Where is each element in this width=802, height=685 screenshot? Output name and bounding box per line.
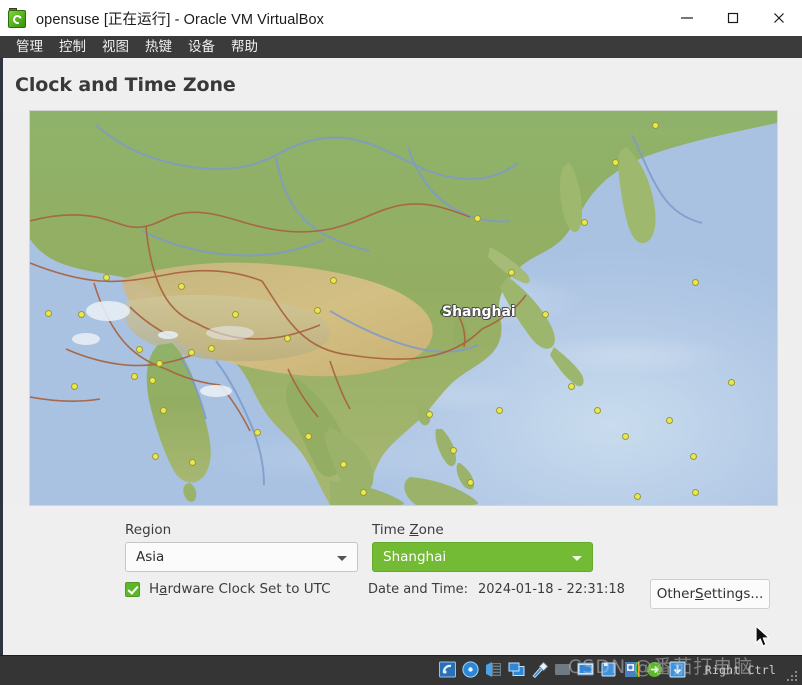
recording-icon[interactable] <box>599 660 618 679</box>
map-city-marker[interactable] <box>666 417 673 424</box>
menu-item-control[interactable]: 控制 <box>51 36 94 58</box>
mouse-integration-icon[interactable] <box>645 660 664 679</box>
menu-bar: 管理 控制 视图 热键 设备 帮助 <box>0 36 802 58</box>
map-city-marker[interactable] <box>160 407 167 414</box>
vm-status-bar: Right Ctrl <box>0 655 802 685</box>
date-and-time-readout: Date and Time: 2024-01-18 - 22:31:18 <box>368 582 625 597</box>
network-icon[interactable] <box>507 660 526 679</box>
status-icons <box>438 660 687 679</box>
map-city-marker[interactable] <box>496 407 503 414</box>
page-title: Clock and Time Zone <box>15 74 236 96</box>
map-city-marker[interactable] <box>581 219 588 226</box>
dialog-header: Clock and Time Zone <box>3 58 802 110</box>
timezone-value: Shanghai <box>383 549 447 565</box>
menu-item-hotkeys[interactable]: 热键 <box>137 36 180 58</box>
map-city-marker[interactable] <box>254 429 261 436</box>
settings-controls: Region Time Zone Asia Shanghai Hardware … <box>3 506 802 655</box>
hardware-clock-utc-checkbox-row[interactable]: Hardware Clock Set to UTC <box>125 581 331 597</box>
map-city-marker[interactable] <box>594 407 601 414</box>
opensuse-logo-icon <box>8 8 28 28</box>
harddisk-icon[interactable] <box>438 660 457 679</box>
map-city-marker[interactable] <box>634 493 641 500</box>
resize-grip[interactable] <box>787 671 797 681</box>
map-city-marker[interactable] <box>728 379 735 386</box>
timezone-select[interactable]: Shanghai <box>372 542 593 572</box>
guest-screen: Clock and Time Zone Shanghai Region Time… <box>0 58 802 655</box>
window-title: opensuse [正在运行] - Oracle VM VirtualBox <box>36 11 324 28</box>
optical-disk-icon[interactable] <box>461 660 480 679</box>
date-and-time-label: Date and Time: <box>368 582 468 597</box>
other-settings-button[interactable]: Other Settings... <box>650 579 770 609</box>
map-selected-city-label: Shanghai <box>442 304 516 320</box>
map-city-marker[interactable] <box>652 122 659 129</box>
menu-item-view[interactable]: 视图 <box>94 36 137 58</box>
map-city-marker[interactable] <box>622 433 629 440</box>
map-city-marker[interactable] <box>189 459 196 466</box>
map-city-marker[interactable] <box>467 479 474 486</box>
minimize-icon[interactable] <box>664 0 710 36</box>
map-city-marker[interactable] <box>305 433 312 440</box>
menu-item-help[interactable]: 帮助 <box>223 36 266 58</box>
chevron-down-icon <box>337 556 347 561</box>
chevron-down-icon <box>572 556 582 561</box>
map-city-marker[interactable] <box>152 453 159 460</box>
menu-item-manage[interactable]: 管理 <box>8 36 51 58</box>
map-city-marker[interactable] <box>232 311 239 318</box>
hardware-clock-utc-checkbox[interactable] <box>125 581 140 597</box>
map-city-marker[interactable] <box>45 310 52 317</box>
map-city-marker[interactable] <box>360 489 367 496</box>
timezone-label: Time Zone <box>372 522 444 538</box>
map-city-marker[interactable] <box>149 377 156 384</box>
timezone-map[interactable]: Shanghai <box>29 110 778 506</box>
floppy-icon[interactable] <box>484 660 503 679</box>
map-city-marker[interactable] <box>188 349 195 356</box>
map-city-marker[interactable] <box>692 489 699 496</box>
region-label: Region <box>125 522 172 538</box>
window-controls <box>664 0 802 36</box>
map-city-marker[interactable] <box>71 383 78 390</box>
features-icon[interactable] <box>622 660 641 679</box>
map-city-marker[interactable] <box>508 269 515 276</box>
close-icon[interactable] <box>756 0 802 36</box>
hardware-clock-utc-label: Hardware Clock Set to UTC <box>149 581 331 597</box>
map-city-marker[interactable] <box>568 383 575 390</box>
map-city-marker[interactable] <box>103 274 110 281</box>
map-city-marker[interactable] <box>78 311 85 318</box>
menu-item-devices[interactable]: 设备 <box>180 36 223 58</box>
map-city-marker[interactable] <box>426 411 433 418</box>
map-city-marker[interactable] <box>284 335 291 342</box>
display-icon[interactable] <box>576 660 595 679</box>
map-city-marker[interactable] <box>330 277 337 284</box>
virtualbox-window: opensuse [正在运行] - Oracle VM VirtualBox 管… <box>0 0 802 685</box>
maximize-icon[interactable] <box>710 0 756 36</box>
title-bar: opensuse [正在运行] - Oracle VM VirtualBox <box>0 0 802 37</box>
region-select[interactable]: Asia <box>125 542 358 572</box>
shared-folder-icon[interactable] <box>553 660 572 679</box>
map-city-marker[interactable] <box>340 461 347 468</box>
map-landmass <box>30 111 777 505</box>
map-city-marker[interactable] <box>131 373 138 380</box>
date-and-time-value: 2024-01-18 - 22:31:18 <box>478 582 625 597</box>
map-city-marker[interactable] <box>136 346 143 353</box>
map-city-marker[interactable] <box>450 447 457 454</box>
map-city-marker[interactable] <box>474 215 481 222</box>
map-city-marker[interactable] <box>612 159 619 166</box>
usb-icon[interactable] <box>530 660 549 679</box>
crescent-moon-icon <box>762 77 782 97</box>
map-city-marker[interactable] <box>156 360 163 367</box>
map-city-marker[interactable] <box>692 279 699 286</box>
map-city-marker[interactable] <box>542 311 549 318</box>
map-city-marker[interactable] <box>208 345 215 352</box>
host-key-icon[interactable] <box>668 660 687 679</box>
map-city-marker[interactable] <box>314 307 321 314</box>
map-city-marker[interactable] <box>178 283 185 290</box>
region-value: Asia <box>136 549 165 565</box>
host-key-label: Right Ctrl <box>704 663 776 677</box>
map-city-marker[interactable] <box>690 453 697 460</box>
